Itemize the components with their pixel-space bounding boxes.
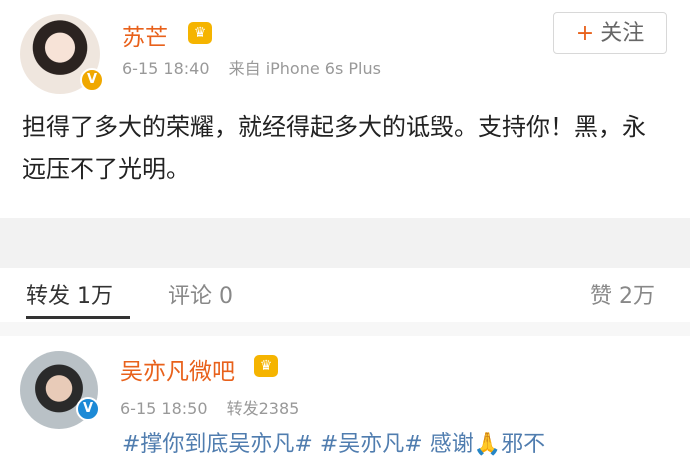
repost-time: 6-15 18:50 (120, 399, 208, 418)
follow-button[interactable]: + 关注 (553, 12, 667, 54)
crown-icon: ♛ (188, 22, 212, 44)
crown-icon: ♛ (254, 355, 278, 377)
tab-comment[interactable]: 评论 0 (168, 278, 233, 310)
tab-repost[interactable]: 转发 1万 (26, 278, 113, 310)
verified-badge-icon: V (76, 397, 100, 421)
interaction-tabs: 转发 1万 评论 0 赞 2万 (0, 268, 690, 323)
post-source: 来自 iPhone 6s Plus (228, 59, 381, 78)
active-tab-indicator (26, 316, 130, 319)
author-name[interactable]: 苏芒 (122, 18, 168, 52)
section-divider (0, 218, 690, 268)
repost-meta: 6-15 18:50 转发2385 (120, 395, 313, 419)
verified-badge-icon: V (80, 68, 104, 92)
post-meta: 6-15 18:40 来自 iPhone 6s Plus (122, 55, 395, 79)
tab-like[interactable]: 赞 2万 (590, 278, 655, 310)
repost-text: #撑你到底吴亦凡# #吴亦凡# 感谢🙏邪不 (122, 432, 546, 457)
weibo-post: V 苏芒 ♛ 6-15 18:40 来自 iPhone 6s Plus + 关注 … (0, 0, 690, 218)
post-time: 6-15 18:40 (122, 59, 210, 78)
plus-icon: + (575, 21, 595, 46)
repost-count: 转发2385 (226, 399, 300, 418)
post-content: 担得了多大的荣耀，就经得起多大的诋毁。支持你！黑，永远压不了光明。 (22, 113, 646, 183)
follow-label: 关注 (600, 21, 645, 46)
repost-author-name[interactable]: 吴亦凡微吧 (120, 352, 235, 386)
list-divider (0, 322, 690, 336)
